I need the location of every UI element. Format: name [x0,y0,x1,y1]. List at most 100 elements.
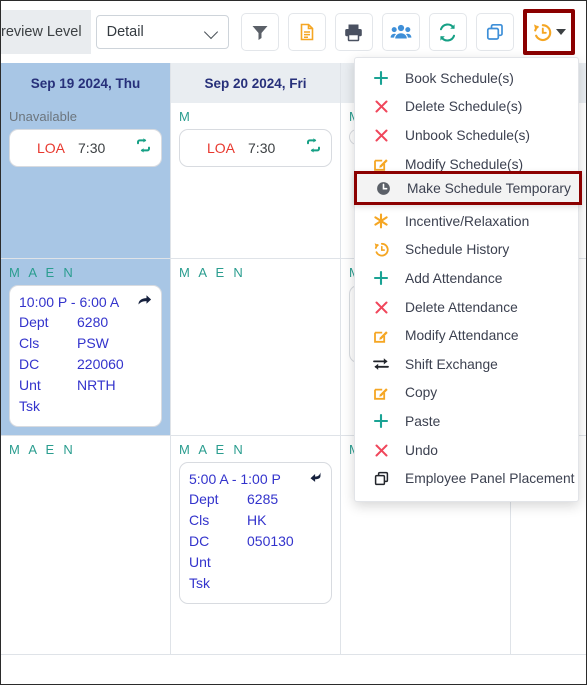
caret-down-icon [555,29,566,35]
loa-card[interactable]: LOA 7:30 [179,129,332,167]
cell-r3-c1[interactable]: M A E N [1,436,171,655]
shift-field-key: Unt [189,554,211,570]
shift-field: Tsk [189,573,322,594]
review-level-select[interactable]: Detail [95,15,229,49]
repeat-icon [135,137,152,159]
menu-item-label: Schedule History [405,242,510,258]
shift-field-key: DC [189,533,210,549]
menu-item-copy[interactable]: Copy [355,379,578,408]
document-icon [297,22,317,42]
group-button[interactable] [381,13,420,51]
cell-r1-c1[interactable]: Unavailable LOA 7:30 [1,103,171,259]
menu-item-modify-attendance[interactable]: Modify Attendance [355,321,578,350]
plus-icon [369,70,393,86]
menu-item-make-schedule-temporary[interactable]: Make Schedule Temporary [354,171,582,205]
filter-button[interactable] [240,13,279,51]
shift-time-row: 5:00 A - 1:00 P [189,470,322,487]
shift-field-value: 6285 [247,491,279,507]
menu-item-undo[interactable]: Undo [355,436,578,465]
clock-history-icon [532,22,553,43]
shift-field-key: DC [19,356,40,372]
copy-icon [485,22,505,42]
report-button[interactable] [287,13,326,51]
toolbar-buttons [240,9,575,55]
printer-icon [343,22,364,43]
shift-card[interactable]: 10:00 P - 6:00 A Dept 6280 Cls PSW DC 22… [9,285,162,427]
menu-item-label: Paste [405,413,441,429]
menu-item-schedule-history[interactable]: Schedule History [355,236,578,265]
column-header-day-1[interactable]: Sep 19 2024, Thu [1,63,171,103]
shift-field-value: PSW [77,335,109,351]
x-icon [369,443,393,458]
shift-field-key: Cls [189,512,210,528]
schedule-actions-button[interactable] [526,13,571,51]
forward-arrow-icon [137,293,152,310]
shift-field-value: NRTH [77,377,116,393]
refresh-icon [437,22,458,43]
shift-field: Tsk [19,396,152,417]
shift-field-value: 050130 [247,533,294,549]
menu-item-label: Add Attendance [405,270,503,286]
cell-tag: M A E N [179,442,246,457]
cell-tag: M A E N [179,265,246,280]
shift-time-row: 10:00 P - 6:00 A [19,293,152,310]
people-icon [390,22,412,42]
review-level-label: review Level [1,10,91,54]
toolbar: review Level Detail [1,1,586,63]
menu-item-unbook-schedules[interactable]: Unbook Schedule(s) [355,121,578,150]
shift-card[interactable]: 5:00 A - 1:00 P Dept 6285 Cls HK DC 0501… [179,462,332,604]
exchange-icon [369,356,393,372]
menu-item-add-attendance[interactable]: Add Attendance [355,264,578,293]
shift-field-key: Tsk [19,398,40,414]
shift-field: Dept 6280 [19,312,152,333]
cell-tag: M A E N [9,442,76,457]
menu-item-incentive-relaxation[interactable]: Incentive/Relaxation [355,207,578,236]
shift-field-value: 220060 [77,356,124,372]
shift-field: DC 220060 [19,354,152,375]
back-arrow-icon [307,470,322,487]
menu-item-book-schedules[interactable]: Book Schedule(s) [355,64,578,93]
cell-tag: M [179,109,193,124]
menu-item-paste[interactable]: Paste [355,407,578,436]
x-icon [369,300,393,315]
clock-icon [371,180,395,197]
menu-item-label: Delete Attendance [405,299,518,315]
column-header-day-2[interactable]: Sep 20 2024, Fri [171,63,341,103]
shift-field-key: Dept [189,491,219,507]
menu-item-delete-schedules[interactable]: Delete Schedule(s) [355,93,578,122]
asterisk-icon [369,213,393,229]
menu-item-label: Delete Schedule(s) [405,99,523,115]
menu-item-shift-exchange[interactable]: Shift Exchange [355,350,578,379]
menu-item-label: Undo [405,442,438,458]
cell-tag: Unavailable [9,109,77,124]
shift-field-value: 6280 [77,314,109,330]
shift-time: 10:00 P - 6:00 A [19,293,120,310]
cell-r3-c2[interactable]: M A E N 5:00 A - 1:00 P Dept 6285 Cls HK… [171,436,341,655]
loa-card[interactable]: LOA 7:30 [9,129,162,167]
cell-r2-c1[interactable]: M A E N 10:00 P - 6:00 A Dept 6280 Cls P… [1,259,171,436]
shift-field-key: Unt [19,377,41,393]
menu-item-label: Book Schedule(s) [405,70,514,86]
cell-r2-c2[interactable]: M A E N [171,259,341,436]
shift-field: Cls HK [189,510,322,531]
edit-square-icon [369,328,393,344]
cell-r1-c2[interactable]: M LOA 7:30 [171,103,341,259]
menu-item-label: Make Schedule Temporary [407,180,571,196]
plus-icon [369,270,393,286]
menu-item-label: Copy [405,385,438,401]
menu-item-employee-panel-placement[interactable]: Employee Panel Placement [355,464,578,493]
shift-field: DC 050130 [189,531,322,552]
copy-panel-button[interactable] [475,13,514,51]
clock-history-icon [369,241,393,258]
menu-item-label: Modify Attendance [405,328,519,344]
app-window: review Level Detail Sep 19 2024, Thu Sep… [0,0,587,685]
shift-field: Dept 6285 [189,489,322,510]
edit-square-icon [369,385,393,401]
refresh-button[interactable] [428,13,467,51]
menu-item-label: Unbook Schedule(s) [405,127,531,143]
x-icon [369,128,393,143]
loa-hours: 7:30 [78,140,106,156]
print-button[interactable] [334,13,373,51]
menu-item-delete-attendance[interactable]: Delete Attendance [355,293,578,322]
shift-field-key: Tsk [189,575,210,591]
